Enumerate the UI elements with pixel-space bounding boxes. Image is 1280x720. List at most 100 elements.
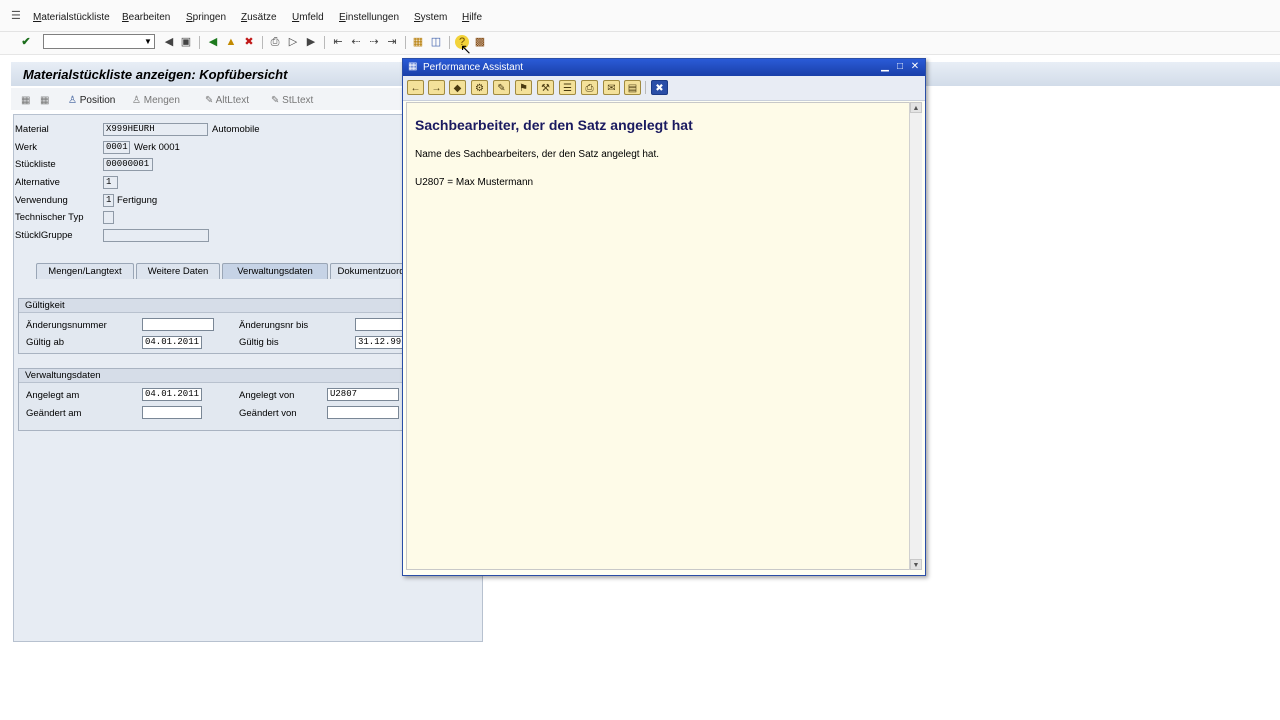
next-page-icon[interactable]: ⇢ [367, 35, 381, 49]
gueltig-bis-value: 31.12.99 [358, 337, 402, 347]
material-value: X999HEURH [106, 124, 155, 134]
menu-einstellungen[interactable]: Einstellungen [339, 12, 399, 23]
list-icon[interactable]: ☰ [559, 80, 576, 95]
menu-zusaetze[interactable]: Zusätze [241, 12, 277, 23]
toolbar-divider [449, 36, 450, 49]
help-heading: Sachbearbeiter, der den Satz angelegt ha… [415, 117, 693, 133]
back-icon[interactable]: ◀ [206, 35, 220, 49]
scroll-up-icon[interactable]: ▲ [910, 102, 922, 113]
shortcut-icon[interactable]: ◫ [429, 35, 443, 49]
technischer-typ-label: Technischer Typ [15, 212, 84, 223]
bookmark-icon[interactable]: ⚑ [515, 80, 532, 95]
stuecklgruppe-field[interactable] [103, 229, 209, 242]
geaendert-am-label: Geändert am [26, 408, 82, 419]
stueckliste-field[interactable]: 00000001 [103, 158, 153, 171]
tab-label: Dokumentzuord [337, 266, 405, 277]
tab-label: Mengen/Langtext [48, 266, 122, 277]
gueltigkeit-group: Gültigkeit Änderungsnummer Änderungsnr b… [18, 298, 409, 354]
popup-toolbar-divider [645, 81, 646, 94]
verwendung-description: Fertigung [117, 195, 158, 206]
menu-bearbeiten[interactable]: Bearbeiten [122, 12, 170, 23]
document-icon[interactable]: ▤ [624, 80, 641, 95]
minimize-icon[interactable]: ▁ [879, 61, 891, 73]
command-field[interactable]: ▼ [43, 34, 155, 49]
position-button[interactable]: ♙ Position [68, 95, 115, 106]
vertical-scrollbar[interactable]: ▲ ▼ [909, 102, 922, 570]
werk-label: Werk [15, 142, 37, 153]
technical-info-icon[interactable]: ⚙ [471, 80, 488, 95]
tab-dokumentzuordnung[interactable]: Dokumentzuord [330, 263, 412, 279]
edit-icon[interactable]: ✎ [493, 80, 510, 95]
popup-toolbar: ← → ◆ ⚙ ✎ ⚑ ⚒ ☰ ⎙ ✉ ▤ ✖ [403, 76, 925, 101]
mail-icon[interactable]: ✉ [603, 80, 620, 95]
tab-verwaltungsdaten[interactable]: Verwaltungsdaten [222, 263, 328, 279]
gueltig-bis-field[interactable]: 31.12.99 [355, 336, 409, 349]
alternative-value: 1 [106, 177, 112, 187]
geaendert-am-field[interactable] [142, 406, 202, 419]
werk-field[interactable]: 0001 [103, 141, 130, 154]
help-value-info: U2807 = Max Mustermann [415, 177, 534, 188]
window-menu-icon[interactable]: ☰ [11, 9, 21, 22]
layout-menu-icon[interactable]: ▩ [473, 35, 487, 49]
find-next-icon[interactable]: ▶ [304, 35, 318, 49]
find-icon[interactable]: ▷ [286, 35, 300, 49]
command-dropdown-icon[interactable]: ▼ [143, 36, 153, 47]
alternative-field[interactable]: 1 [103, 176, 118, 189]
last-page-icon[interactable]: ⇥ [385, 35, 399, 49]
tab-strip: Mengen/Langtext Weitere Daten Verwaltung… [24, 263, 412, 279]
forward-arrow-icon[interactable]: → [428, 80, 445, 95]
create-session-icon[interactable]: ▦ [411, 35, 425, 49]
exit-help-icon[interactable]: ✖ [651, 80, 668, 95]
tab-weitere-daten[interactable]: Weitere Daten [136, 263, 220, 279]
menu-system[interactable]: System [414, 12, 447, 23]
next-icon[interactable]: ▦ [40, 95, 49, 106]
help-content-pane: Sachbearbeiter, der den Satz angelegt ha… [406, 102, 911, 570]
aenderungsnummer-label: Änderungsnummer [26, 320, 107, 331]
menu-springen[interactable]: Springen [186, 12, 226, 23]
collapse-triangle-icon[interactable]: ◀ [162, 35, 176, 49]
aenderungsnummer-field[interactable] [142, 318, 214, 331]
menu-materialstueckliste[interactable]: Materialstückliste [33, 12, 110, 23]
save-icon[interactable]: ▣ [179, 35, 193, 49]
stltext-button[interactable]: ✎ StLtext [271, 95, 313, 106]
cancel-icon[interactable]: ✖ [242, 35, 256, 49]
print-icon[interactable]: ⎙ [268, 35, 282, 49]
print-help-icon[interactable]: ⎙ [581, 80, 598, 95]
altltext-label: AltLtext [215, 95, 249, 106]
scroll-down-icon[interactable]: ▼ [910, 559, 922, 570]
stuecklgruppe-label: StücklGruppe [15, 230, 73, 241]
stueckliste-label: Stückliste [15, 159, 56, 170]
maximize-icon[interactable]: □ [894, 61, 906, 73]
angelegt-von-label: Angelegt von [239, 390, 295, 401]
geaendert-von-label: Geändert von [239, 408, 297, 419]
angelegt-am-field[interactable]: 04.01.2011 [142, 388, 202, 401]
glossary-icon[interactable]: ◆ [449, 80, 466, 95]
technischer-typ-field[interactable] [103, 211, 114, 224]
exit-icon[interactable]: ▲ [224, 35, 238, 49]
mengen-label: Mengen [143, 95, 180, 106]
close-icon[interactable]: ✕ [909, 61, 921, 73]
tab-mengen-langtext[interactable]: Mengen/Langtext [36, 263, 134, 279]
menu-umfeld[interactable]: Umfeld [292, 12, 324, 23]
back-arrow-icon[interactable]: ← [407, 80, 424, 95]
angelegt-von-field[interactable]: U2807 [327, 388, 399, 401]
altltext-button[interactable]: ✎ AltLtext [205, 95, 249, 106]
application-toolbar: ▦ ▦ ♙ Position ♙ Mengen ✎ AltLtext ✎ StL… [11, 88, 411, 110]
popup-title-bar[interactable]: ▦ Performance Assistant ▁ □ ✕ [403, 59, 925, 76]
standard-toolbar: ✔ ▼ ◀ ▣ ◀ ▲ ✖ ⎙ ▷ ▶ ⇤ ⇠ ⇢ ⇥ ▦ ◫ ? ▩ [0, 32, 1280, 55]
geaendert-von-field[interactable] [327, 406, 399, 419]
material-field[interactable]: X999HEURH [103, 123, 208, 136]
first-page-icon[interactable]: ⇤ [331, 35, 345, 49]
enter-check-icon[interactable]: ✔ [19, 35, 33, 49]
prev-icon[interactable]: ▦ [21, 95, 30, 106]
gueltig-ab-field[interactable]: 04.01.2011 [142, 336, 202, 349]
altltext-icon: ✎ [205, 95, 214, 106]
menu-hilfe[interactable]: Hilfe [462, 12, 482, 23]
aenderungsnr-bis-field[interactable] [355, 318, 409, 331]
material-label: Material [15, 124, 49, 135]
mengen-button[interactable]: ♙ Mengen [132, 95, 180, 106]
mengen-icon: ♙ [132, 95, 141, 106]
verwendung-field[interactable]: 1 [103, 194, 114, 207]
settings-icon[interactable]: ⚒ [537, 80, 554, 95]
previous-page-icon[interactable]: ⇠ [349, 35, 363, 49]
